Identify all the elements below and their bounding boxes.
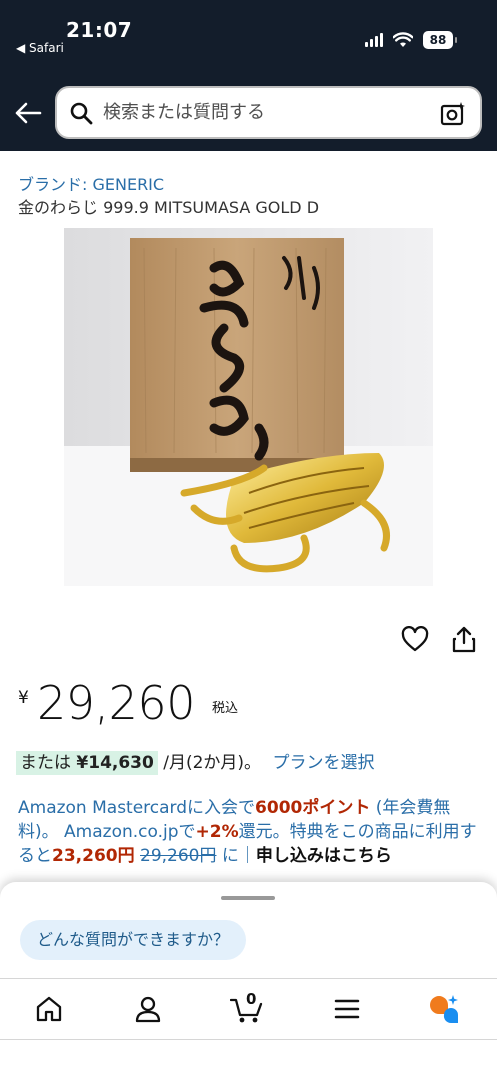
promo-percent: +2% bbox=[195, 822, 239, 842]
installment-prefix: または bbox=[20, 753, 71, 773]
brand-link[interactable]: ブランド: GENERIC bbox=[18, 171, 164, 195]
select-plan-link[interactable]: プランを選択 bbox=[272, 753, 374, 773]
back-arrow-icon[interactable] bbox=[14, 101, 42, 125]
search-input[interactable] bbox=[103, 102, 423, 123]
search-icon bbox=[70, 102, 93, 124]
product-image[interactable] bbox=[64, 228, 433, 586]
cart-tab[interactable]: 0 bbox=[229, 990, 263, 1025]
product-page: 21:07 ◀ Safari 88 検索または質問する ブランド: GENERI… bbox=[0, 0, 497, 1080]
mastercard-promo[interactable]: Amazon Mastercardに入会で6000ポイント (年会費無料)。 A… bbox=[18, 796, 483, 868]
menu-icon[interactable] bbox=[331, 993, 363, 1025]
account-icon[interactable] bbox=[132, 993, 164, 1025]
home-icon[interactable] bbox=[33, 993, 65, 1025]
installment-highlight: または ¥14,630 bbox=[16, 751, 158, 775]
tax-note: 税込 bbox=[212, 701, 239, 716]
price-currency: ¥ bbox=[18, 688, 29, 708]
installment-row: または ¥14,630 /月(2か月)。 プランを選択 bbox=[16, 748, 374, 775]
installment-term: /月(2か月)。 bbox=[157, 753, 262, 773]
bottom-tab-bar: 0 bbox=[0, 978, 497, 1040]
installment-amount: ¥14,630 bbox=[76, 753, 154, 773]
top-bar: 21:07 ◀ Safari 88 bbox=[0, 0, 497, 151]
promo-apply-link[interactable]: 申し込みはこちら bbox=[256, 846, 392, 866]
promo-text-1: Amazon Mastercardに入会で bbox=[18, 798, 256, 818]
status-icons: 88 bbox=[365, 31, 457, 49]
promo-original-price: 29,260円 bbox=[140, 846, 217, 866]
price-amount: 29,260 bbox=[37, 676, 195, 730]
rufus-icon[interactable] bbox=[427, 993, 459, 1025]
wishlist-heart-icon[interactable] bbox=[401, 626, 429, 654]
back-to-safari-link[interactable]: ◀ Safari bbox=[16, 41, 64, 55]
product-title: 金のわらじ 999.9 MITSUMASA GOLD D bbox=[18, 198, 320, 217]
promo-text-4: に｜ bbox=[216, 846, 256, 866]
wifi-icon bbox=[393, 32, 413, 47]
share-icon[interactable] bbox=[451, 625, 477, 653]
camera-search-icon[interactable] bbox=[440, 101, 466, 127]
battery-icon: 88 bbox=[423, 31, 457, 49]
sheet-grabber[interactable] bbox=[221, 896, 275, 900]
promo-discounted-price: 23,260円 bbox=[52, 846, 135, 866]
status-time: 21:07 bbox=[66, 18, 133, 42]
cart-count-badge: 0 bbox=[246, 990, 257, 1008]
cellular-signal-icon bbox=[365, 33, 383, 47]
search-bar[interactable] bbox=[55, 86, 482, 139]
promo-points: 6000ポイント bbox=[255, 798, 371, 818]
suggested-question-chip[interactable]: どんな質問ができますか？ bbox=[20, 920, 247, 960]
